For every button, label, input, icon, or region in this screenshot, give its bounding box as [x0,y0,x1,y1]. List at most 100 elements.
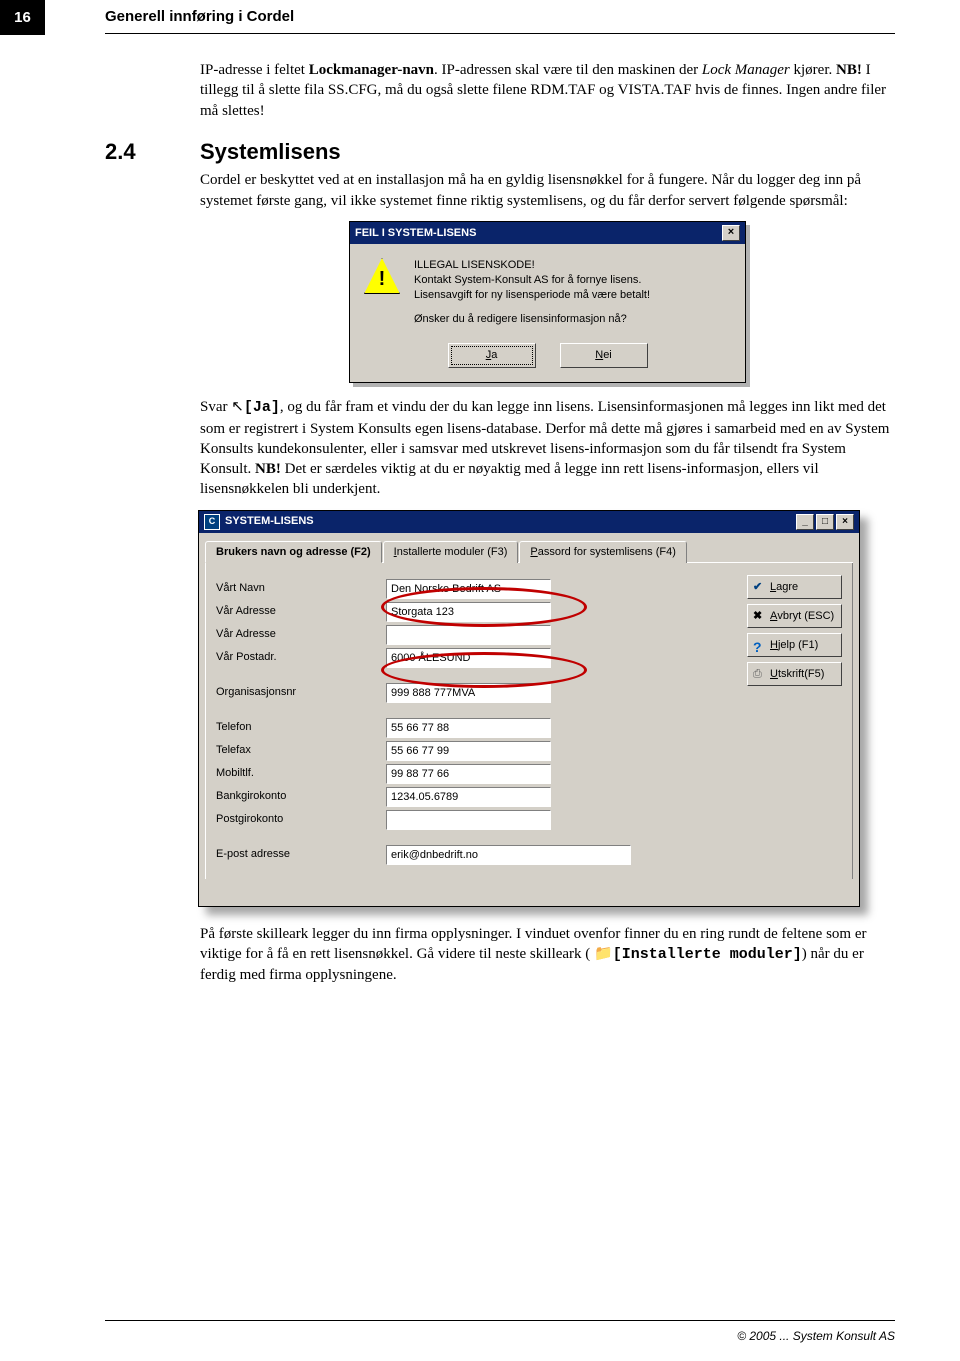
hjelp-button[interactable]: Hjelp (F1) [747,633,842,657]
label-orgnr: Organisasjonsnr [216,685,386,700]
close-button[interactable]: × [722,225,740,241]
installerte-moduler-mono: [Installerte moduler] [613,946,802,963]
question-icon [753,638,767,652]
text: Svar [200,399,231,415]
page-number: 16 [0,0,45,35]
warning-icon [364,258,400,294]
intro-paragraph: IP-adresse i feltet Lockmanager-navn. IP… [200,60,895,121]
tab-pane: Lagre Avbryt (ESC) Hjelp (F1) Utskrift(F… [205,563,853,899]
body-content: IP-adresse i feltet Lockmanager-navn. IP… [200,60,895,985]
mid-paragraph: Svar ↖[Ja], og du får fram et vindu der … [200,397,895,499]
label-navn: Vårt Navn [216,581,386,596]
btn-rest: a [491,348,497,363]
tab-installerte-moduler[interactable]: Installerte moduler (F3) [383,541,519,564]
btn-rest: ei [603,348,612,363]
lockmanager-navn: Lockmanager-navn [309,62,434,78]
dialog-message: ILLEGAL LISENSKODE! Kontakt System-Konsu… [414,258,650,327]
title-left: C SYSTEM-LISENS [204,514,314,530]
footer-text: © 2005 ... System Konsult AS [737,1329,895,1343]
label-bank: Bankgirokonto [216,789,386,804]
app-icon: C [204,514,220,530]
input-navn[interactable]: Den Norske Bedrift AS [386,579,551,599]
form: Vårt NavnDen Norske Bedrift AS Vår Adres… [216,577,631,866]
input-fax[interactable]: 55 66 77 99 [386,741,551,761]
input-epost[interactable]: erik@dnbedrift.no [386,845,631,865]
tab-rest: assord for systemlisens (F4) [538,546,676,558]
input-postgiro[interactable] [386,810,551,830]
tab-passord[interactable]: Passord for systemlisens (F4) [519,541,687,564]
ja-mono: [Ja] [244,399,280,416]
btn-accel: H [770,638,778,653]
section-number: 2.4 [105,137,200,167]
dialog1-container: FEIL I SYSTEM-LISENS × ILLEGAL LISENSKOD… [200,221,895,383]
window-titlebar: C SYSTEM-LISENS _ □ × [199,511,859,533]
dialog-title-text: FEIL I SYSTEM-LISENS [355,226,476,241]
dialog2-container: C SYSTEM-LISENS _ □ × Brukers navn og adr… [198,510,895,907]
x-icon [753,609,767,623]
input-adr1[interactable]: Storgata 123 [386,602,551,622]
section-title: Systemlisens [200,137,341,167]
torn-edge [205,879,853,899]
input-adr2[interactable] [386,625,551,645]
folder-icon: 📁 [594,946,613,962]
input-tlf[interactable]: 55 66 77 88 [386,718,551,738]
label-fax: Telefax [216,743,386,758]
text: . IP-adressen skal være til den maskinen… [434,62,702,78]
text: IP-adresse i feltet [200,62,309,78]
text: Det er særdeles viktig at du er nøyaktig… [200,461,819,497]
header-rule [105,33,895,34]
label-adr2: Vår Adresse [216,627,386,642]
outro-paragraph: På første skilleark legger du inn firma … [200,924,895,986]
tab-accel: P [530,546,537,558]
btn-text: agre [776,580,798,595]
nb-bold: NB! [255,461,281,477]
input-mob[interactable]: 99 88 77 66 [386,764,551,784]
msg-line: Ønsker du å redigere lisensinformasjon n… [414,312,650,327]
no-button[interactable]: Nei [560,343,648,368]
window-controls: _ □ × [796,514,854,530]
tab-brukers-navn[interactable]: Brukers navn og adresse (F2) [205,541,382,564]
label-post: Vår Postadr. [216,650,386,665]
text: kjører. [790,62,836,78]
btn-text: tskrift(F5) [778,667,824,682]
yes-button[interactable]: Ja [448,343,536,368]
msg-line: ILLEGAL LISENSKODE! [414,258,650,273]
btn-text: vbryt (ESC) [777,609,834,624]
dialog-buttons: Ja Nei [350,335,745,382]
dialog-body: ILLEGAL LISENSKODE! Kontakt System-Konsu… [350,244,745,335]
error-dialog: FEIL I SYSTEM-LISENS × ILLEGAL LISENSKOD… [349,221,746,383]
lock-manager-italic: Lock Manager [702,62,790,78]
system-lisens-window: C SYSTEM-LISENS _ □ × Brukers navn og adr… [198,510,860,907]
side-buttons: Lagre Avbryt (ESC) Hjelp (F1) Utskrift(F… [747,575,842,686]
input-bank[interactable]: 1234.05.6789 [386,787,551,807]
input-post[interactable]: 6000 ÅLESUND [386,648,551,668]
label-adr1: Vår Adresse [216,604,386,619]
avbryt-button[interactable]: Avbryt (ESC) [747,604,842,628]
input-orgnr[interactable]: 999 888 777MVA [386,683,551,703]
minimize-button[interactable]: _ [796,514,814,530]
nb-bold: NB! [836,62,862,78]
btn-accel: A [770,609,777,624]
btn-accel: U [770,667,778,682]
close-button[interactable]: × [836,514,854,530]
chapter-title: Generell innføring i Cordel [105,8,294,25]
utskrift-button[interactable]: Utskrift(F5) [747,662,842,686]
dialog-titlebar: FEIL I SYSTEM-LISENS × [350,222,745,244]
btn-text: jelp (F1) [778,638,818,653]
cursor-icon: ↖ [231,399,244,415]
btn-accel: N [595,348,603,363]
tab-bar: Brukers navn og adresse (F2) Installerte… [205,540,853,564]
section-heading: 2.4 Systemlisens [105,137,895,167]
section-intro-paragraph: Cordel er beskyttet ved at en installasj… [200,170,895,211]
maximize-button[interactable]: □ [816,514,834,530]
window-title: SYSTEM-LISENS [225,515,314,527]
label-mob: Mobiltlf. [216,766,386,781]
lagre-button[interactable]: Lagre [747,575,842,599]
msg-line: Lisensavgift for ny lisensperiode må vær… [414,288,650,303]
footer-rule [105,1320,895,1321]
label-postgiro: Postgirokonto [216,812,386,827]
msg-line: Kontakt System-Konsult AS for å fornye l… [414,273,650,288]
tab-rest: nstallerte moduler (F3) [397,546,508,558]
label-epost: E-post adresse [216,847,386,862]
print-icon [753,667,767,681]
